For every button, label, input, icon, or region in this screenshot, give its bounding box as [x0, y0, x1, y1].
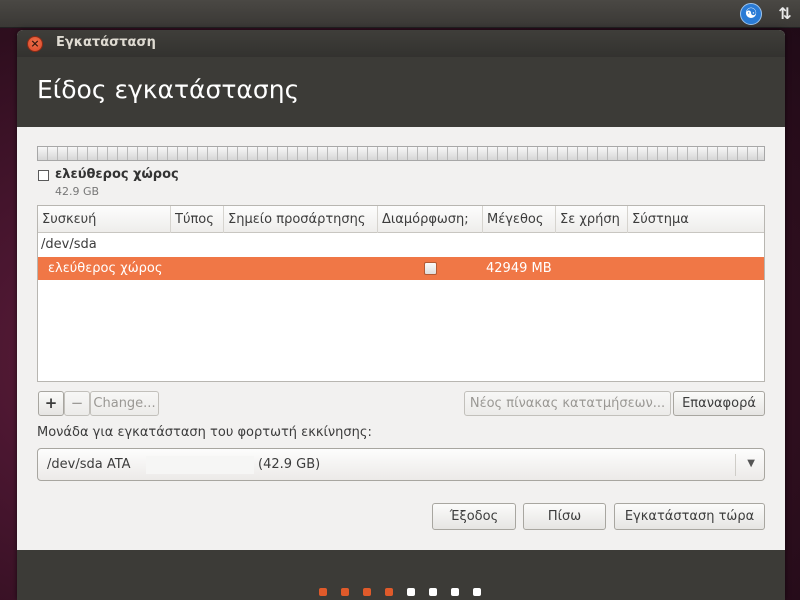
column-system[interactable]: Σύστημα [628, 206, 764, 233]
progress-footer [17, 550, 785, 600]
add-partition-button[interactable]: + [38, 391, 64, 416]
bootloader-device-select[interactable]: /dev/sda ATA (42.9 GB) ▼ [37, 448, 765, 481]
column-format[interactable]: Διαμόρφωση; [378, 206, 483, 233]
progress-step-dot [407, 588, 415, 596]
progress-step-dot [363, 588, 371, 596]
table-row[interactable]: ελεύθερος χώρος 42949 MB [38, 257, 764, 280]
back-button[interactable]: Πίσω [523, 503, 606, 530]
window-title: Εγκατάσταση [56, 35, 156, 50]
row-size: 42949 MB [486, 261, 552, 276]
column-type[interactable]: Τύπος [171, 206, 224, 233]
column-used[interactable]: Σε χρήση [556, 206, 628, 233]
partition-table: Συσκευή Τύπος Σημείο προσάρτησης Διαμόρφ… [37, 205, 765, 382]
redacted-region [146, 456, 254, 474]
progress-step-dot [473, 588, 481, 596]
free-space-legend-swatch [38, 170, 49, 181]
free-space-legend-size: 42.9 GB [55, 185, 100, 198]
progress-step-dot [341, 588, 349, 596]
select-divider [735, 454, 736, 476]
network-icon[interactable]: ⇅ [774, 3, 796, 25]
install-now-button[interactable]: Εγκατάσταση τώρα [614, 503, 765, 530]
change-partition-button[interactable]: Change... [90, 391, 159, 416]
new-partition-table-button[interactable]: Νέος πίνακας κατατμήσεων... [464, 391, 671, 416]
device-row[interactable]: /dev/sda [41, 237, 97, 252]
progress-step-dot [429, 588, 437, 596]
chevron-down-icon: ▼ [747, 458, 755, 469]
partition-bar [37, 146, 765, 161]
page-header: Είδος εγκατάστασης [17, 57, 785, 127]
format-checkbox[interactable] [424, 262, 437, 275]
bootloader-device-size: (42.9 GB) [258, 457, 321, 472]
column-device[interactable]: Συσκευή [38, 206, 171, 233]
progress-step-dot [385, 588, 393, 596]
page-title: Είδος εγκατάστασης [37, 75, 300, 104]
remove-partition-button[interactable]: − [64, 391, 90, 416]
top-panel: ☯ ⇅ [0, 0, 800, 28]
progress-step-dot [319, 588, 327, 596]
quit-button[interactable]: Έξοδος [432, 503, 516, 530]
free-space-legend-label: ελεύθερος χώρος [55, 167, 179, 182]
accessibility-icon[interactable]: ☯ [740, 3, 762, 25]
titlebar: × Εγκατάσταση [17, 30, 785, 57]
installer-window: × Εγκατάσταση Είδος εγκατάστασης ελεύθερ… [17, 30, 785, 600]
progress-step-dot [451, 588, 459, 596]
revert-button[interactable]: Επαναφορά [673, 391, 765, 416]
bootloader-label: Μονάδα για εγκατάσταση του φορτωτή εκκίν… [37, 425, 372, 440]
bootloader-device-value: /dev/sda ATA [47, 457, 131, 472]
close-icon[interactable]: × [27, 36, 43, 52]
column-mount-point[interactable]: Σημείο προσάρτησης [224, 206, 378, 233]
column-size[interactable]: Μέγεθος [483, 206, 556, 233]
row-device-label: ελεύθερος χώρος [48, 261, 163, 276]
table-header: Συσκευή Τύπος Σημείο προσάρτησης Διαμόρφ… [38, 206, 764, 233]
